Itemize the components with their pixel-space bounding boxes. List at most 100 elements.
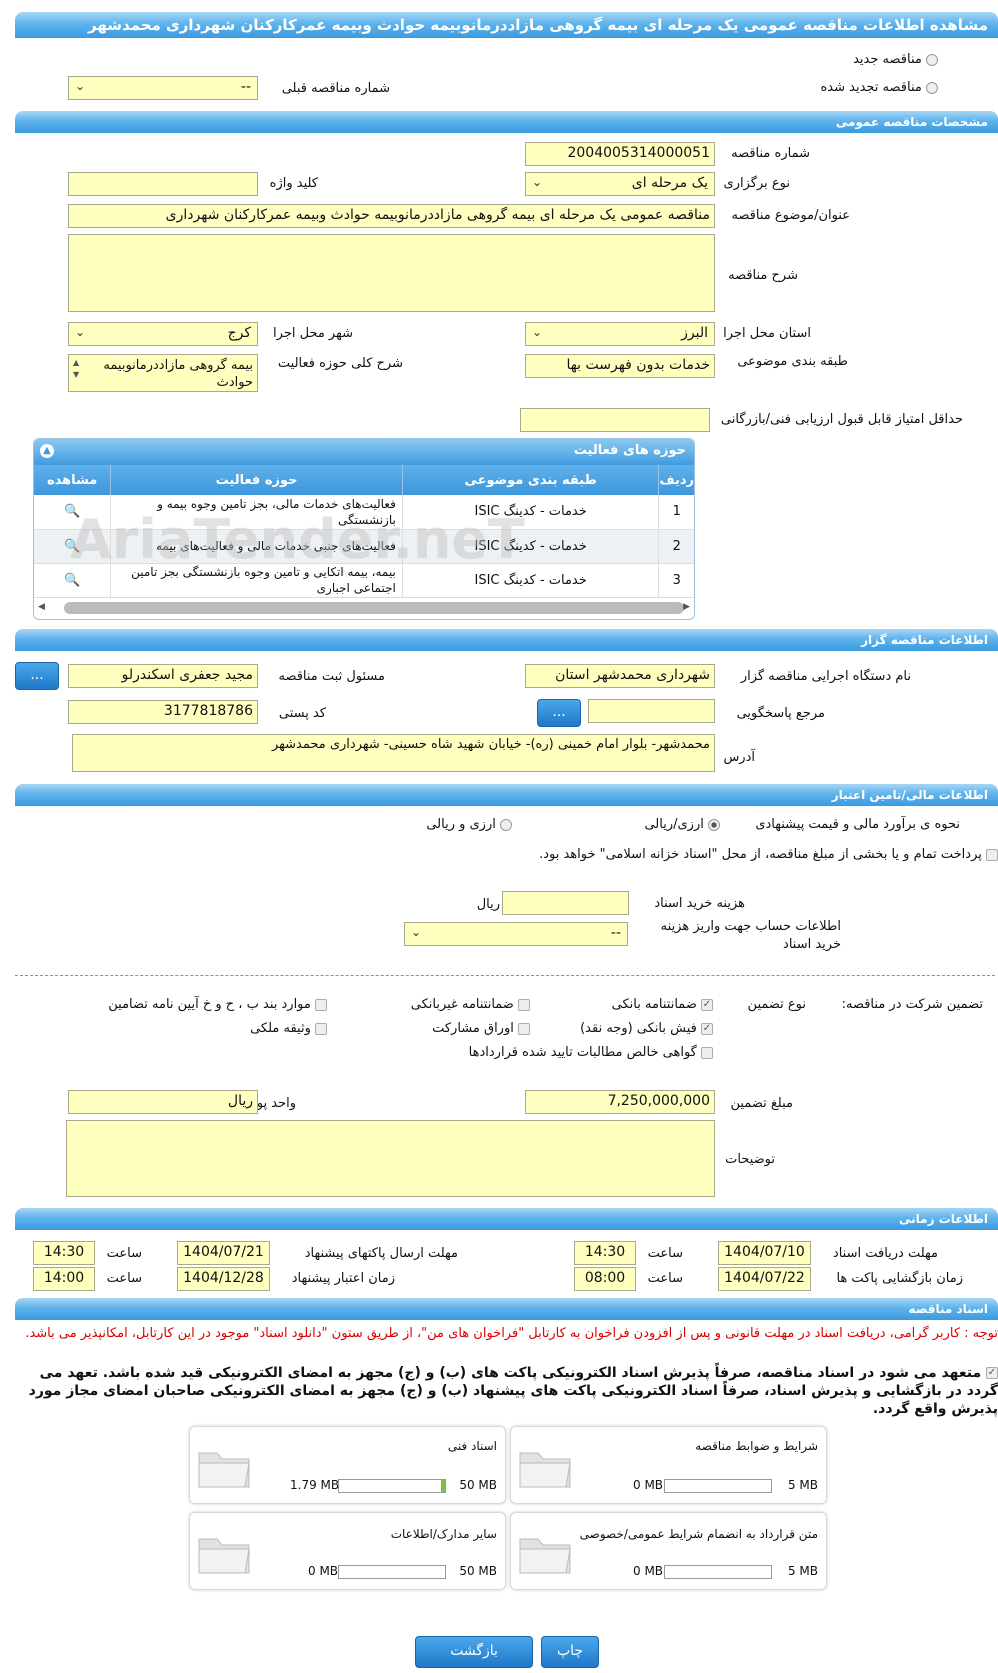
option-rial[interactable]: ارزی/ریالی: [644, 817, 720, 832]
type-value: یک مرحله ای: [631, 175, 708, 191]
doc-card-max: 50 MB: [459, 1478, 497, 1492]
doc-card-title: متن قرارداد به انضمام شرایط عمومی/خصوصی: [579, 1527, 818, 1541]
send-offers-date[interactable]: 1404/07/21: [177, 1241, 270, 1265]
province-select[interactable]: البرز ⌄: [525, 322, 715, 346]
opening-date[interactable]: 1404/07/22: [718, 1267, 811, 1291]
section-timing-header: اطلاعات زمانی: [15, 1208, 998, 1230]
doc-card-max: 50 MB: [459, 1564, 497, 1578]
doc-card-used: 1.79 MB: [290, 1478, 340, 1492]
radio-icon[interactable]: [500, 818, 512, 831]
guarantee-cash: ✓ فیش بانکی (وجه نقد): [580, 1021, 713, 1036]
guarantee-property-label: وثیقه ملکی: [250, 1021, 311, 1036]
doc-card-title: سایر مدارک/اطلاعات: [390, 1527, 497, 1541]
send-offers-time[interactable]: 14:30: [33, 1241, 95, 1265]
checkbox-icon: [518, 998, 530, 1011]
account-select[interactable]: -- ⌄: [404, 922, 628, 946]
chevron-down-icon: ⌄: [75, 325, 86, 339]
checkbox-icon: ✓: [986, 1367, 998, 1379]
checkbox-icon: ✓: [701, 998, 713, 1011]
address-label: آدرس: [723, 750, 755, 765]
postal-code-field[interactable]: 3177818786: [68, 700, 258, 724]
col-row-header: ردیف: [658, 465, 694, 495]
reference-field[interactable]: [588, 699, 715, 723]
checkbox-icon: ✓: [701, 1022, 713, 1035]
radio-selected-icon[interactable]: [708, 818, 720, 831]
doc-card-used: 0 MB: [633, 1478, 664, 1492]
activity-desc-label: شرح کلی حوزه فعالیت: [277, 356, 403, 371]
doc-cost-label: هزینه خرید اسناد: [654, 896, 745, 911]
radio-new-icon[interactable]: [926, 53, 938, 66]
reference-label: مرجع پاسخگویی: [736, 706, 825, 721]
address-field[interactable]: محمدشهر- بلوار امام خمینی (ره)- خیابان ش…: [72, 734, 715, 772]
tender-number-field[interactable]: 2004005314000051: [525, 142, 715, 166]
notes-field[interactable]: [66, 1120, 715, 1197]
doc-card[interactable]: شرایط و ضوابط مناقصه 5 MB 0 MB: [510, 1426, 827, 1504]
province-value: البرز: [681, 325, 708, 341]
doc-card-progress: [664, 1565, 772, 1579]
reference-lookup-button[interactable]: ...: [537, 699, 581, 727]
city-value: کرج: [227, 325, 251, 341]
estimate-label: نحوه ی برآورد مالی و قیمت پیشنهادی: [755, 817, 960, 832]
doc-card-progress-fill: [441, 1480, 445, 1492]
receive-docs-date[interactable]: 1404/07/10: [718, 1241, 811, 1265]
checkbox-icon[interactable]: [986, 848, 998, 861]
validity-date[interactable]: 1404/12/28: [177, 1267, 270, 1291]
guarantee-bonds: اوراق مشارکت: [432, 1021, 530, 1036]
category-label: طبقه بندی موضوعی: [737, 354, 848, 369]
chevron-down-icon: ⌄: [411, 925, 422, 939]
org-field[interactable]: شهرداری محمدشهر استان: [525, 664, 715, 688]
doc-card-title: شرایط و ضوابط مناقصه: [695, 1439, 818, 1453]
guarantee-articles: موارد بند ب ، ح و خ آیین نامه تضامین: [108, 997, 327, 1012]
doc-card[interactable]: سایر مدارک/اطلاعات 50 MB 0 MB: [189, 1512, 506, 1590]
validity-time[interactable]: 14:00: [33, 1267, 95, 1291]
registrar-lookup-button[interactable]: ...: [15, 662, 59, 690]
scroll-right-icon[interactable]: ▶: [683, 602, 690, 612]
radio-new-tender[interactable]: مناقصه جدید: [853, 52, 938, 67]
scroll-arrows-icon[interactable]: ▲ ▼: [73, 357, 79, 381]
prev-number-select[interactable]: -- ⌄: [68, 76, 258, 100]
guarantee-nonbank: ضمانتنامه غیربانکی: [411, 997, 530, 1012]
doc-card[interactable]: اسناد فنی 50 MB 1.79 MB: [189, 1426, 506, 1504]
radio-new-label: مناقصه جدید: [853, 52, 922, 67]
guarantee-amount-label: مبلغ تضمین: [730, 1096, 793, 1111]
guarantee-type-label: نوع تضمین: [747, 997, 806, 1012]
option-both[interactable]: ارزی و ریالی: [426, 817, 512, 832]
activity-desc-field[interactable]: بیمه گروهی مازاددرمانوبیمه حوادث ▲ ▼: [68, 354, 258, 392]
scroll-left-icon[interactable]: ◀: [38, 602, 45, 612]
radio-renewed-tender[interactable]: مناقصه تجدید شده: [820, 80, 938, 95]
opening-time[interactable]: 08:00: [574, 1267, 636, 1291]
city-select[interactable]: کرج ⌄: [68, 322, 258, 346]
guarantee-bank-label: ضمانتنامه بانکی: [611, 997, 697, 1012]
back-button[interactable]: بازگشت: [415, 1636, 533, 1668]
doc-cost-field[interactable]: [502, 891, 629, 915]
guarantee-bonds-label: اوراق مشارکت: [432, 1021, 514, 1036]
category-field[interactable]: خدمات بدون فهرست بها: [525, 354, 715, 378]
receive-docs-label: مهلت دریافت اسناد: [832, 1246, 938, 1261]
doc-card[interactable]: متن قرارداد به انضمام شرایط عمومی/خصوصی …: [510, 1512, 827, 1590]
radio-renewed-icon[interactable]: [926, 81, 938, 94]
section-docs-header: اسناد مناقصه: [15, 1298, 998, 1320]
registrar-field[interactable]: مجید جعفری اسکندرلو: [68, 664, 258, 688]
subject-field[interactable]: مناقصه عمومی یک مرحله ای بیمه گروهی مازا…: [68, 204, 715, 228]
row-number: 1: [658, 495, 694, 529]
description-field[interactable]: [68, 234, 715, 312]
prev-number-label: شماره مناقصه قبلی: [281, 81, 390, 96]
folder-icon: [519, 1538, 571, 1574]
col-view-header: مشاهده: [46, 472, 98, 488]
account-label: اطلاعات حساب جهت واریز هزینه خرید اسناد: [660, 919, 841, 952]
prev-number-value: --: [240, 79, 251, 95]
section-organizer-header: اطلاعات مناقصه گزار: [15, 629, 998, 651]
collapse-icon[interactable]: ▲: [40, 444, 54, 458]
keyword-field[interactable]: [68, 172, 258, 196]
chevron-down-icon: ⌄: [532, 325, 543, 339]
folder-icon: [519, 1452, 571, 1488]
keyword-label: کلید واژه: [269, 176, 318, 191]
doc-card-max: 5 MB: [787, 1564, 818, 1578]
currency-field[interactable]: ریال: [68, 1090, 258, 1114]
horizontal-scrollbar[interactable]: [64, 602, 684, 614]
type-select[interactable]: یک مرحله ای ⌄: [525, 172, 715, 196]
print-button[interactable]: چاپ: [541, 1636, 599, 1668]
min-score-field[interactable]: [520, 408, 710, 432]
guarantee-amount-field[interactable]: 7,250,000,000: [525, 1090, 715, 1114]
receive-docs-time[interactable]: 14:30: [574, 1241, 636, 1265]
